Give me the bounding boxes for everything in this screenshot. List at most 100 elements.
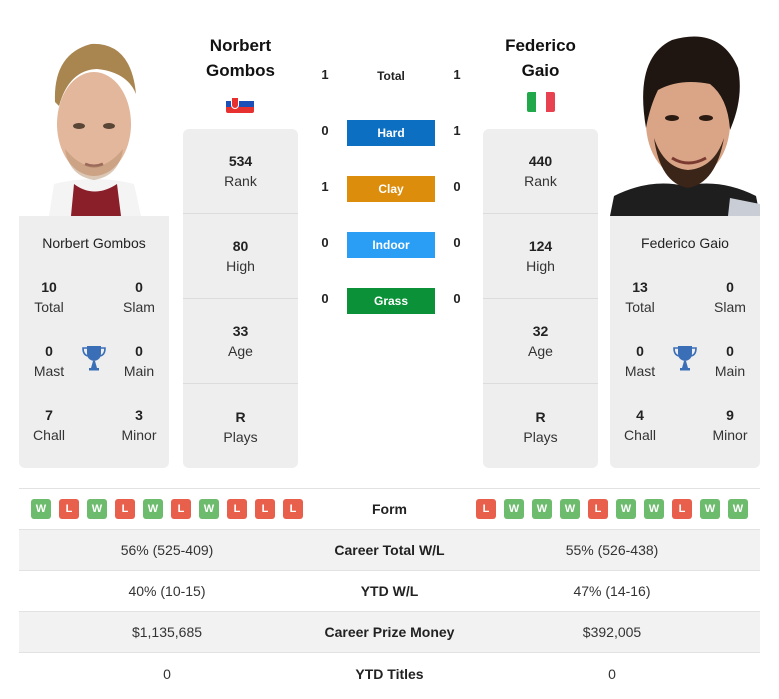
- form-label: Form: [372, 501, 407, 517]
- surface-grass-button[interactable]: Grass: [347, 288, 435, 314]
- player1-titles-chall-label: Chall: [33, 427, 65, 443]
- player1-rank-label: Rank: [224, 173, 257, 189]
- h2h-hard-p1: 0: [321, 123, 329, 138]
- player1-ytd-wl: 40% (10-15): [128, 583, 206, 599]
- player1-age-cell: 33 Age: [183, 299, 298, 384]
- player1-plays-label: Plays: [223, 428, 258, 445]
- player1-plays-cell: R Plays: [183, 384, 298, 468]
- player2-titles-mast-value: 0: [636, 343, 644, 359]
- form-badge: L: [171, 499, 191, 519]
- player1-titles-mast-value: 0: [45, 343, 53, 359]
- italy-flag-icon: [527, 92, 555, 112]
- player2-high-value: 124: [528, 238, 553, 254]
- form-badge: W: [532, 499, 552, 519]
- player1-prize-money: $1,135,685: [131, 624, 203, 640]
- player2-titles-chall-value: 4: [636, 407, 644, 423]
- surface-indoor-button[interactable]: Indoor: [347, 232, 435, 258]
- player2-titles-chall: 4 Chall: [610, 405, 670, 445]
- player2-titles-total: 13 Total: [610, 277, 670, 317]
- player1-rank-cell: 534 Rank: [183, 129, 298, 214]
- player1-titles-panel: Norbert Gombos 10 Total 0 Slam 0 Mast 0 …: [19, 216, 169, 468]
- player1-last-name: Gombos: [206, 61, 275, 80]
- form-badge: W: [644, 499, 664, 519]
- player1-first-name: Norbert: [209, 36, 272, 55]
- player2-plays-cell: R Plays: [483, 384, 598, 468]
- player2-plays-value: R: [535, 408, 546, 425]
- player2-ytd-wl: 47% (14-16): [573, 583, 651, 599]
- form-row: W L W L W L W L L L Form L W W W L W W L…: [19, 489, 760, 530]
- ytd-titles-label: YTD Titles: [355, 665, 424, 682]
- player1-high-value: 80: [232, 238, 249, 254]
- player2-titles-total-value: 13: [632, 279, 648, 295]
- career-wl-row: 56% (525-409) Career Total W/L 55% (526-…: [19, 530, 760, 571]
- form-badge: W: [616, 499, 636, 519]
- player1-name-heading[interactable]: Norbert Gombos: [183, 33, 298, 83]
- trophy-icon: [673, 346, 697, 371]
- player2-first-name: Federico: [505, 36, 576, 55]
- form-badge: L: [476, 499, 496, 519]
- player2-titles-slam-value: 0: [726, 279, 734, 295]
- player2-rank-cell: 440 Rank: [483, 129, 598, 214]
- surface-hard-button[interactable]: Hard: [347, 120, 435, 146]
- player2-titles-slam-label: Slam: [714, 299, 746, 315]
- player1-titles-mast: 0 Mast: [19, 341, 79, 381]
- player2-titles-chall-label: Chall: [624, 427, 656, 443]
- player2-titles-mast-label: Mast: [624, 363, 656, 379]
- player2-titles-total-label: Total: [625, 299, 655, 315]
- prize-money-label: Career Prize Money: [324, 624, 455, 640]
- player2-titles-minor-label: Minor: [712, 427, 748, 443]
- player1-titles-total: 10 Total: [19, 277, 79, 317]
- player1-titles-mast-label: Mast: [33, 363, 65, 379]
- player2-rank-label: Rank: [524, 173, 557, 189]
- player1-titles-total-label: Total: [34, 299, 64, 315]
- h2h-total-p2: 1: [453, 67, 461, 82]
- player1-titles-slam-value: 0: [135, 279, 143, 295]
- form-badge: W: [87, 499, 107, 519]
- form-badge: W: [199, 499, 219, 519]
- form-badge: W: [700, 499, 720, 519]
- player1-stats-panel: 534 Rank 80 High 33 Age R Plays: [183, 129, 298, 468]
- trophy-icon: [82, 346, 106, 371]
- player1-titles-total-value: 10: [41, 279, 57, 295]
- player1-plays-value: R: [235, 408, 246, 425]
- slovakia-flag-icon: [226, 95, 254, 113]
- player1-ytd-titles: 0: [163, 665, 171, 682]
- player1-titles-slam: 0 Slam: [109, 277, 169, 317]
- prize-money-row: $1,135,685 Career Prize Money $392,005: [19, 612, 760, 653]
- h2h-clay-p2: 0: [453, 179, 461, 194]
- player2-titles-panel: Federico Gaio 13 Total 0 Slam 0 Mast 0 M…: [610, 216, 760, 468]
- comparison-table: W L W L W L W L L L Form L W W W L W W L…: [19, 488, 760, 694]
- ytd-titles-row: 0 YTD Titles 0: [19, 653, 760, 694]
- player2-full-name[interactable]: Federico Gaio: [610, 233, 760, 253]
- h2h-grass-p1: 0: [321, 291, 329, 306]
- player2-plays-label: Plays: [523, 428, 558, 445]
- h2h-indoor-p2: 0: [453, 235, 461, 250]
- player2-titles-main: 0 Main: [700, 341, 760, 381]
- form-badge: L: [672, 499, 692, 519]
- player1-photo: [19, 24, 169, 216]
- form-badge: W: [560, 499, 580, 519]
- player1-titles-main: 0 Main: [109, 341, 169, 381]
- player1-titles-chall-value: 7: [45, 407, 53, 423]
- player1-high-cell: 80 High: [183, 214, 298, 299]
- player2-form: L W W W L W W L W W: [464, 499, 760, 519]
- player1-full-name[interactable]: Norbert Gombos: [19, 233, 169, 253]
- player2-age-value: 32: [532, 323, 549, 339]
- ytd-wl-row: 40% (10-15) YTD W/L 47% (14-16): [19, 571, 760, 612]
- player2-rank-value: 440: [528, 153, 553, 169]
- player2-career-wl: 55% (526-438): [565, 542, 659, 558]
- player1-career-wl: 56% (525-409): [120, 542, 214, 558]
- form-badge: W: [31, 499, 51, 519]
- player2-high-label: High: [526, 258, 555, 274]
- surface-clay-button[interactable]: Clay: [347, 176, 435, 202]
- player2-name-heading[interactable]: Federico Gaio: [483, 33, 598, 83]
- player1-titles-main-value: 0: [135, 343, 143, 359]
- player2-titles-minor: 9 Minor: [700, 405, 760, 445]
- player2-prize-money: $392,005: [582, 624, 642, 640]
- player2-photo-image: [610, 18, 760, 216]
- player2-high-cell: 124 High: [483, 214, 598, 299]
- ytd-wl-label: YTD W/L: [360, 583, 419, 599]
- player1-age-label: Age: [228, 343, 253, 359]
- player1-form: W L W L W L W L L L: [19, 499, 315, 519]
- form-badge: W: [728, 499, 748, 519]
